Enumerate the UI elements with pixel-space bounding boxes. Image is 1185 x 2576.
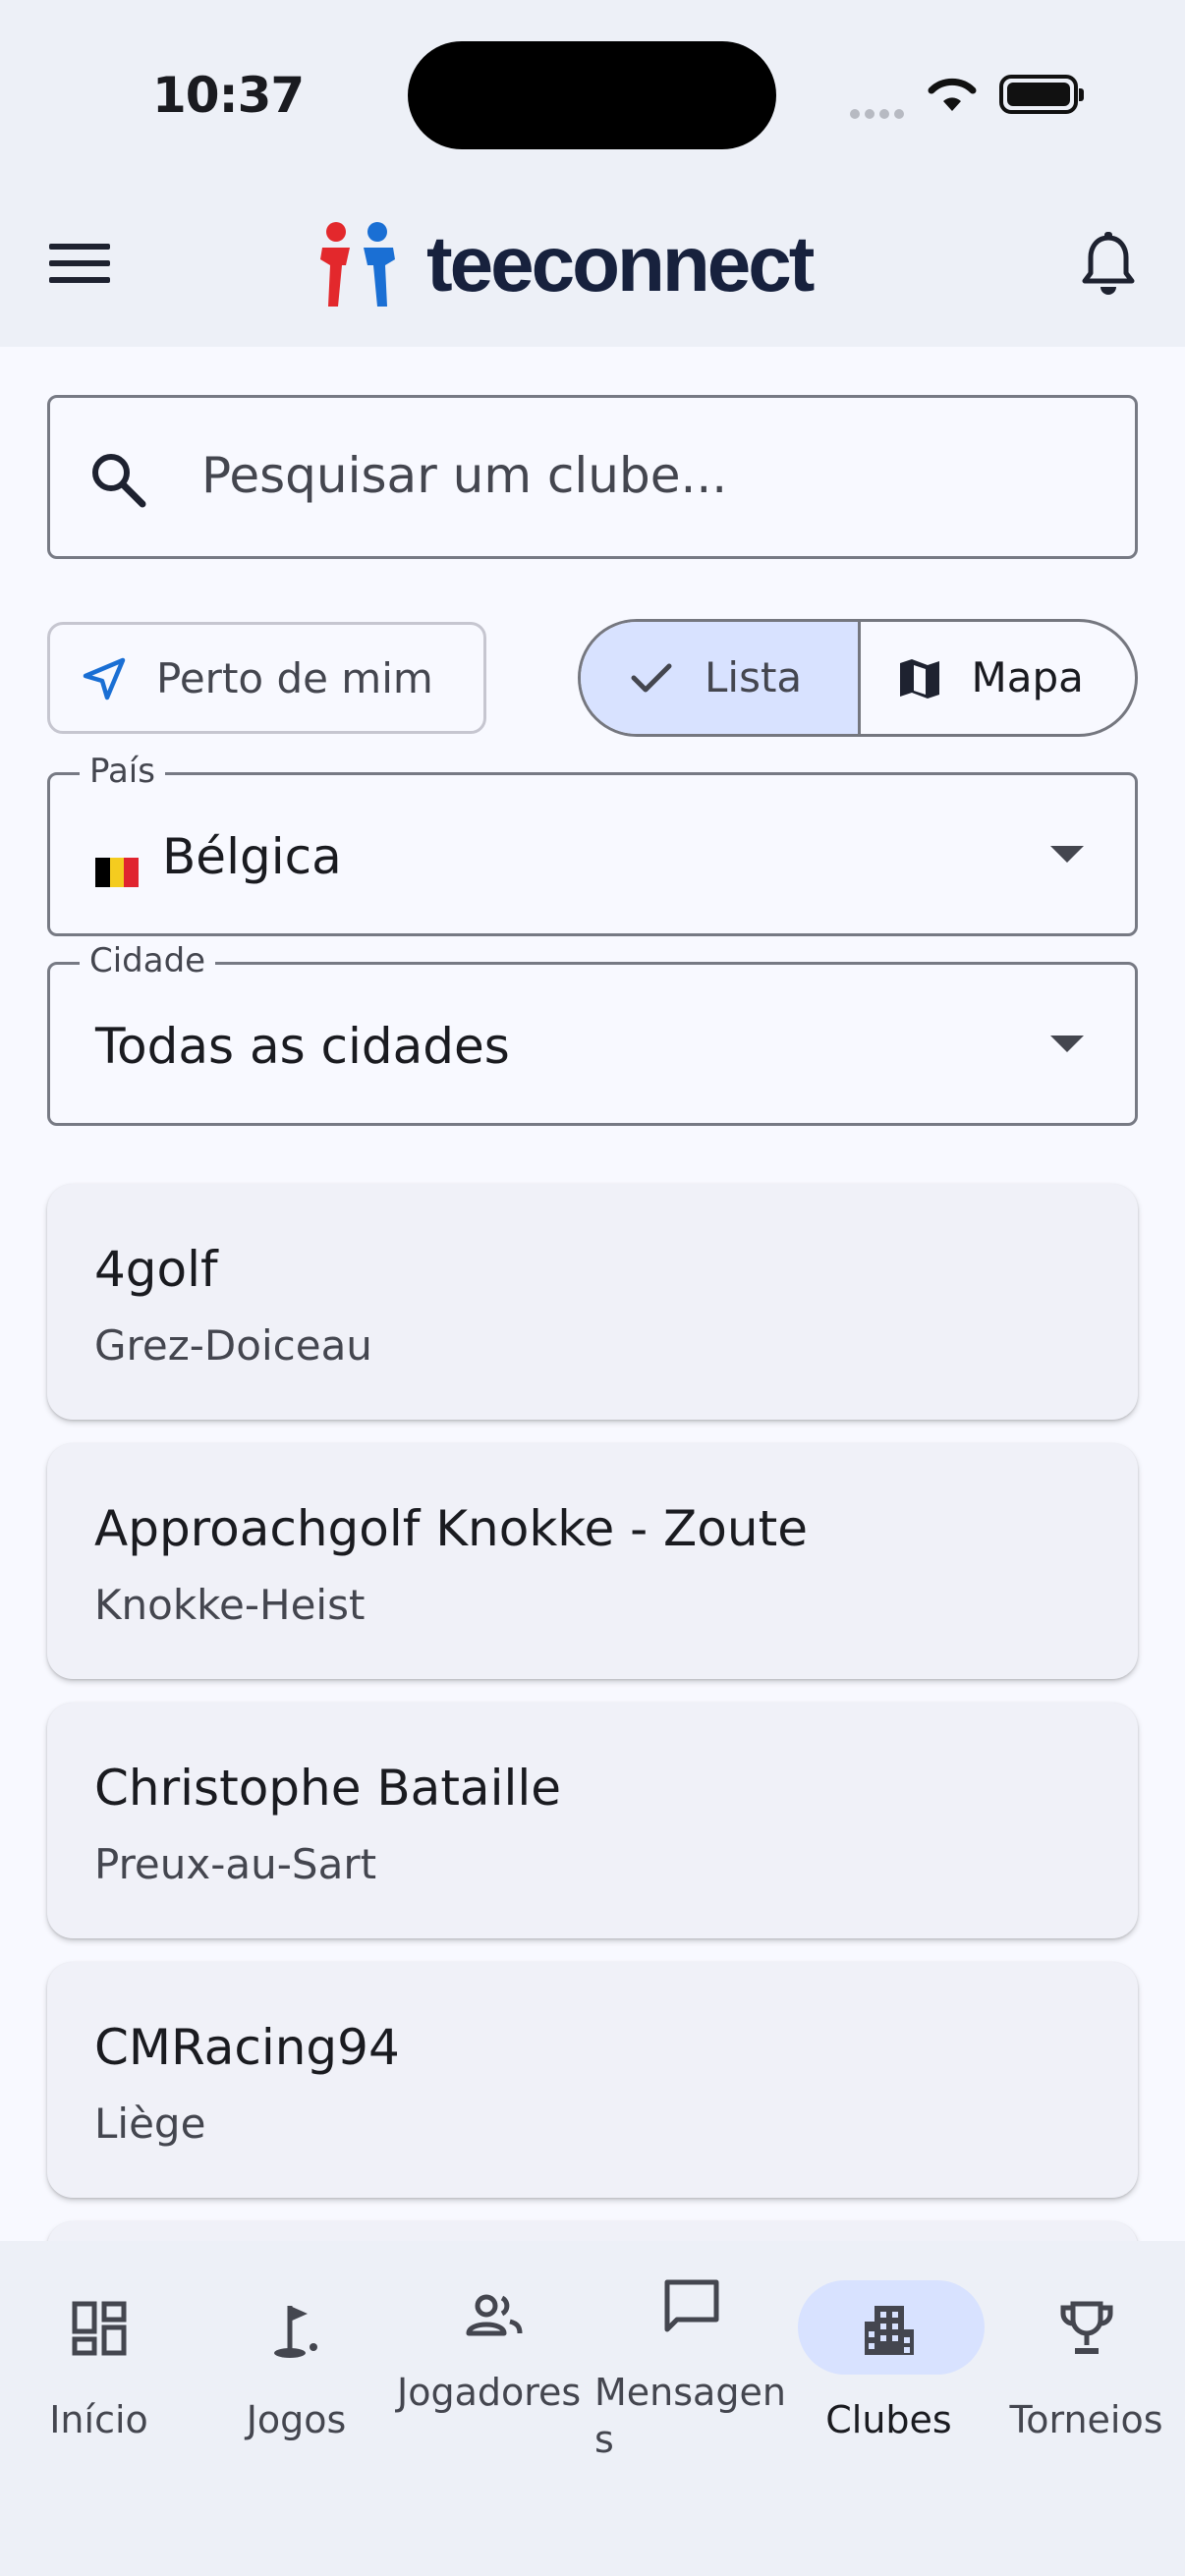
status-bar: 10:37 — [0, 0, 1185, 192]
trophy-icon — [1060, 2301, 1112, 2354]
golf-icon — [273, 2306, 317, 2358]
search-placeholder: Pesquisar um clube... — [201, 447, 728, 504]
map-view-label: Mapa — [971, 653, 1084, 701]
club-card[interactable]: Christophe Bataille Preux-au-Sart — [47, 1703, 1138, 1938]
nav-label: Clubes — [825, 2398, 952, 2441]
club-city: Knokke-Heist — [94, 1581, 366, 1629]
logo-figures-icon — [320, 222, 395, 307]
country-value-row: Bélgica — [95, 828, 342, 887]
nav-item-mensagens[interactable]: Mensagens — [592, 2241, 790, 2576]
near-me-label: Perto de mim — [156, 654, 433, 702]
dashboard-icon — [72, 2301, 126, 2356]
dropdown-arrow-icon — [1050, 846, 1084, 863]
building-icon — [864, 2306, 914, 2355]
club-card[interactable]: CMRacing94 Liège — [47, 1962, 1138, 2198]
navigation-arrow-icon — [83, 657, 126, 700]
map-icon — [899, 659, 939, 699]
map-view-toggle[interactable]: Mapa — [861, 622, 1136, 734]
view-toggle: Lista Mapa — [578, 619, 1138, 737]
people-icon — [466, 2294, 522, 2336]
near-me-button[interactable]: Perto de mim — [47, 622, 486, 734]
status-time: 10:37 — [152, 67, 305, 124]
club-search-input[interactable]: Pesquisar um clube... — [47, 395, 1138, 559]
city-select[interactable]: Cidade Todas as cidades — [47, 941, 1138, 1126]
notifications-bell-icon[interactable] — [1081, 232, 1136, 297]
battery-icon — [999, 75, 1084, 114]
city-field-label: Cidade — [80, 941, 216, 980]
city-value: Todas as cidades — [95, 1018, 510, 1075]
teeconnect-logo: teeconnect — [316, 220, 815, 308]
dropdown-arrow-icon — [1050, 1036, 1084, 1052]
club-name: CMRacing94 — [94, 2019, 400, 2076]
nav-label: Jogadores — [397, 2371, 582, 2414]
nav-item-clubes[interactable]: Clubes — [790, 2241, 988, 2576]
nav-label: Início — [49, 2398, 148, 2441]
check-icon — [631, 663, 672, 693]
list-view-toggle[interactable]: Lista — [581, 622, 861, 734]
belgium-flag-icon — [95, 842, 139, 887]
nav-label: Mensagens — [594, 2371, 786, 2461]
nav-item-inicio[interactable]: Início — [0, 2241, 198, 2576]
club-name: 4golf — [94, 1241, 218, 1298]
club-city: Grez-Doiceau — [94, 1321, 372, 1370]
cellular-signal-icon — [850, 104, 909, 123]
club-city: Preux-au-Sart — [94, 1840, 377, 1888]
club-card[interactable]: Approachgolf Knokke - Zoute Knokke-Heist — [47, 1443, 1138, 1679]
nav-item-jogadores[interactable]: Jogadores — [395, 2241, 592, 2576]
menu-icon[interactable] — [49, 244, 110, 291]
logo-text: teeconnect — [426, 220, 815, 308]
nav-label: Jogos — [246, 2398, 347, 2441]
nav-item-torneios[interactable]: Torneios — [988, 2241, 1185, 2576]
nav-label: Torneios — [1009, 2398, 1163, 2441]
search-icon — [92, 454, 146, 508]
club-city: Liège — [94, 2100, 206, 2148]
message-icon — [664, 2279, 718, 2332]
list-view-label: Lista — [705, 653, 803, 701]
club-name: Christophe Bataille — [94, 1760, 561, 1817]
bottom-navigation: Início Jogos Jogadores Mensagens Clubes … — [0, 2241, 1185, 2576]
club-name: Approachgolf Knokke - Zoute — [94, 1500, 808, 1557]
country-select[interactable]: País Bélgica — [47, 752, 1138, 936]
country-field-label: País — [80, 752, 165, 791]
nav-item-jogos[interactable]: Jogos — [198, 2241, 395, 2576]
country-value: Bélgica — [162, 828, 342, 885]
dynamic-island — [408, 41, 776, 149]
wifi-icon — [928, 78, 977, 111]
club-card[interactable]: 4golf Grez-Doiceau — [47, 1184, 1138, 1420]
